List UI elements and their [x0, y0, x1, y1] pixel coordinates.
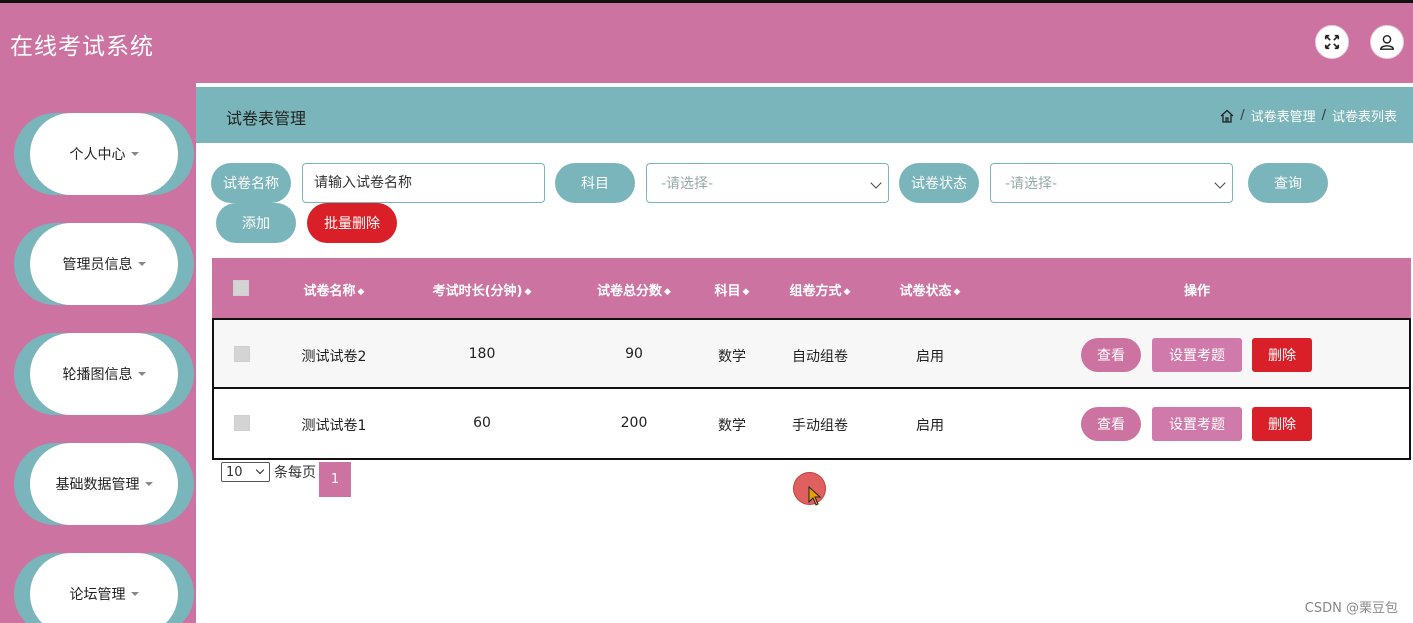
caret-down-icon: [137, 262, 146, 266]
table-header: 试卷名称 ◆ 考试时长(分钟) ◆ 试卷总分数 ◆ 科目 ◆ 组卷方式 ◆ 试卷状态 ◆ 操…: [212, 258, 1411, 318]
subject-select-value: -请选择-: [661, 176, 714, 192]
status-select-value: -请选择-: [1005, 176, 1058, 192]
breadcrumb-item: 试卷表列表: [1331, 110, 1397, 125]
pagination: 10 条每页: [221, 462, 316, 482]
page-title-bar: 试卷表管理 / 试卷表管理 / 试卷表列表: [196, 87, 1413, 143]
query-button[interactable]: 查询: [1248, 163, 1328, 203]
cell-paper-name: 测试试卷2: [301, 349, 367, 365]
column-header[interactable]: 科目 ◆: [715, 280, 750, 299]
set-questions-button[interactable]: 设置考题: [1152, 338, 1242, 372]
page-number-button[interactable]: 1: [319, 462, 351, 497]
fullscreen-button[interactable]: [1315, 25, 1349, 59]
sidebar-item-admin-info[interactable]: 管理员信息: [14, 223, 194, 305]
page-size-value: 10: [226, 464, 243, 480]
caret-down-icon: [130, 152, 139, 156]
cell-duration: 60: [473, 415, 491, 431]
row-checkbox[interactable]: [234, 346, 250, 362]
mouse-cursor-icon: [808, 486, 822, 506]
sort-icon: ◆: [357, 287, 365, 297]
cell-compose-mode: 自动组卷: [792, 349, 848, 365]
status-select[interactable]: -请选择-: [990, 163, 1233, 203]
status-label: 试卷状态: [899, 163, 979, 203]
select-all-checkbox[interactable]: [233, 280, 249, 296]
cell-total-score: 90: [625, 346, 643, 362]
cell-paper-name: 测试试卷1: [301, 418, 367, 434]
sort-icon: ◆: [664, 287, 671, 297]
watermark: CSDN @栗豆包: [1304, 601, 1398, 616]
breadcrumb-item[interactable]: 试卷表管理: [1251, 106, 1316, 125]
chevron-down-icon: [255, 465, 265, 475]
delete-button[interactable]: 删除: [1252, 338, 1312, 372]
sort-icon: ◆: [843, 287, 851, 297]
cell-status: 启用: [916, 418, 944, 434]
column-header[interactable]: 试卷总分数 ◆: [597, 280, 671, 299]
subject-label: 科目: [555, 163, 635, 203]
cell-duration: 180: [468, 346, 496, 362]
sidebar-item-label: 轮播图信息: [62, 367, 133, 383]
add-button[interactable]: 添加: [216, 203, 296, 243]
table-row: 测试试卷2 180 90 数学 自动组卷 启用 查看 设置考题 删除: [212, 318, 1411, 389]
page-title: 试卷表管理: [226, 109, 307, 128]
app-title: 在线考试系统: [10, 34, 154, 60]
sidebar-item-label: 论坛管理: [69, 587, 126, 603]
column-header[interactable]: 组卷方式 ◆: [790, 280, 851, 299]
cell-total-score: 200: [620, 415, 648, 431]
column-header[interactable]: 考试时长(分钟) ◆: [433, 280, 532, 299]
caret-down-icon: [144, 482, 153, 486]
column-header[interactable]: 试卷名称 ◆: [304, 280, 365, 299]
sidebar-item-label: 基础数据管理: [55, 477, 140, 493]
subject-select[interactable]: -请选择-: [646, 163, 889, 203]
app-header: 在线考试系统: [0, 3, 1413, 83]
sidebar-item-label: 管理员信息: [62, 257, 133, 273]
papers-table: 试卷名称 ◆ 考试时长(分钟) ◆ 试卷总分数 ◆ 科目 ◆ 组卷方式 ◆ 试卷状态 ◆ 操…: [212, 258, 1411, 460]
sidebar-item-forum[interactable]: 论坛管理: [14, 553, 194, 623]
delete-button[interactable]: 删除: [1252, 407, 1312, 441]
page-size-select[interactable]: 10: [221, 462, 270, 482]
per-page-label: 条每页: [274, 465, 316, 481]
sort-icon: ◆: [953, 287, 961, 297]
sort-icon: ◆: [524, 287, 532, 297]
caret-down-icon: [137, 372, 146, 376]
paper-name-input[interactable]: [302, 163, 545, 203]
sidebar-item-basic-data[interactable]: 基础数据管理: [14, 443, 194, 525]
chevron-down-icon: [870, 177, 882, 189]
expand-icon: [1324, 34, 1340, 50]
sort-icon: ◆: [742, 287, 750, 297]
column-header[interactable]: 试卷状态 ◆: [900, 280, 961, 299]
sidebar-item-personal-center[interactable]: 个人中心: [14, 113, 194, 195]
sidebar-item-carousel-info[interactable]: 轮播图信息: [14, 333, 194, 415]
user-icon: [1379, 34, 1395, 50]
cell-compose-mode: 手动组卷: [792, 418, 848, 434]
user-menu-button[interactable]: [1370, 25, 1404, 59]
column-header: 操作: [1183, 284, 1211, 299]
chevron-down-icon: [1214, 177, 1226, 189]
sidebar-item-label: 个人中心: [69, 147, 126, 163]
breadcrumb-separator: /: [1240, 108, 1245, 123]
breadcrumb-separator: /: [1321, 108, 1326, 123]
caret-down-icon: [130, 592, 139, 596]
breadcrumb: / 试卷表管理 / 试卷表列表: [1220, 106, 1397, 125]
cell-subject: 数学: [718, 349, 746, 365]
set-questions-button[interactable]: 设置考题: [1152, 407, 1242, 441]
row-checkbox[interactable]: [234, 415, 250, 431]
view-button[interactable]: 查看: [1081, 407, 1141, 441]
batch-delete-button[interactable]: 批量删除: [307, 203, 397, 243]
cell-subject: 数学: [718, 418, 746, 434]
cell-status: 启用: [916, 349, 944, 365]
home-icon[interactable]: [1220, 109, 1234, 123]
table-row: 测试试卷1 60 200 数学 手动组卷 启用 查看 设置考题 删除: [212, 389, 1411, 460]
paper-name-label: 试卷名称: [211, 163, 291, 203]
sidebar: 个人中心 管理员信息 轮播图信息 基础数据管理 论坛管理: [0, 83, 196, 623]
view-button[interactable]: 查看: [1081, 338, 1141, 372]
